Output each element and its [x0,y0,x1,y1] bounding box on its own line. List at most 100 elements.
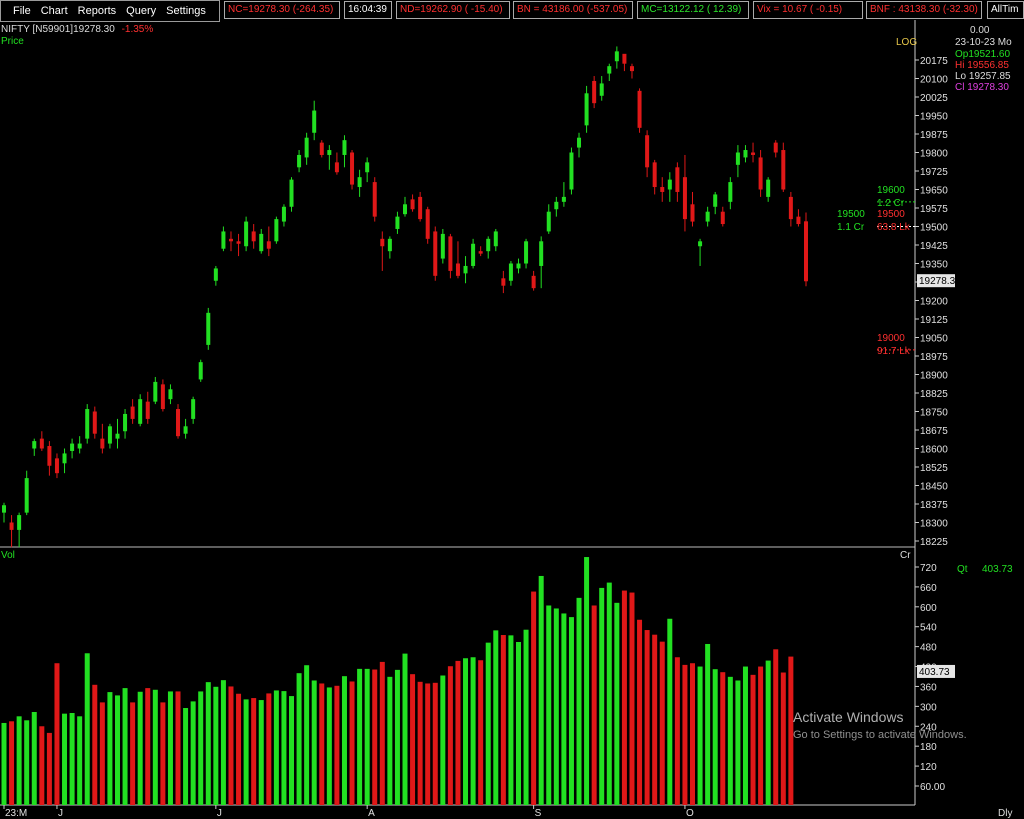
volume-bar [107,692,113,805]
price-tick-label: 19425 [920,241,948,252]
volume-bar [568,617,574,805]
candle-body [433,231,438,276]
volume-bar [553,608,559,805]
candle-body [100,438,105,449]
volume-bar [236,693,242,805]
volume-bar [410,674,416,805]
volume-bar [31,712,37,805]
candle-body [766,179,771,197]
candle-body [796,216,801,225]
volume-bar [175,691,181,805]
candle-body [675,167,680,192]
volume-bar [470,657,476,805]
candle-body [773,142,778,153]
menu-chart[interactable]: Chart [41,5,68,17]
candle-body [85,409,90,439]
volume-panel-label: Vol [1,550,15,561]
volume-bar [440,675,446,805]
price-tick-label: 18750 [920,408,948,419]
time-tick-label: J [58,808,63,819]
candle-body [107,426,112,444]
volume-bar [727,676,733,805]
candle-body [508,263,513,281]
volume-bar [750,674,756,805]
candle-body [62,453,67,464]
volume-bar [54,663,60,805]
candle-body [471,243,476,266]
volume-bar [515,641,521,805]
volume-bar [39,726,45,805]
ohlc-close: Cl 19278.30 [955,82,1009,93]
candle-body [228,238,233,242]
volume-bar [114,695,120,805]
volume-bar [99,702,105,805]
volume-bar [251,698,257,805]
volume-bar [281,691,287,805]
ohlc-open: Op19521.60 [955,49,1011,60]
candle-body [751,152,756,155]
price-tick-label: 19500 [920,223,948,234]
volume-bar [266,693,272,805]
volume-bar [205,682,211,805]
level-19600-price: 19600 [877,185,905,196]
menu-reports[interactable]: Reports [78,5,117,17]
candle-body [266,241,271,249]
ticker-4[interactable]: MC=13122.12 ( 12.39) [637,1,749,19]
volume-bar [334,685,340,805]
current-price-label: 19278.3 [919,276,956,287]
volume-bar [644,630,650,805]
candle-body [380,238,385,247]
candle-body [607,66,612,74]
qty-value: 403.73 [982,564,1013,575]
candle-body [713,194,718,207]
level-19500-price-b: 19500 [877,209,905,220]
time-tick-label: A [368,808,375,819]
menu-query[interactable]: Query [126,5,156,17]
candle-body [244,221,249,247]
candle-body [781,150,786,190]
ticker-0[interactable]: NC=19278.30 (-264.35) [224,1,340,19]
volume-bar [341,676,347,805]
candle-body [448,236,453,271]
price-tick-label: 18600 [920,445,948,456]
candle-body [281,206,286,222]
candle-body [614,51,619,62]
volume-tick-label: 300 [920,702,937,713]
candle-body [682,177,687,220]
candle-body [334,162,339,173]
log-scale-label[interactable]: LOG [896,37,917,48]
menu-settings[interactable]: Settings [166,5,206,17]
volume-bar [258,700,264,805]
candle-body [531,275,536,289]
volume-bar [311,680,317,805]
volume-bar [705,643,711,805]
ticker-1[interactable]: 16:04:39 [344,1,392,19]
menu-bar: File Chart Reports Query Settings [0,0,220,22]
chart-canvas[interactable]: 20175 20100 20025 19950 19875 19800 19725 19650… [0,0,1024,819]
volume-bar [92,684,98,805]
candle-body [198,362,203,380]
candle-body [486,238,491,252]
volume-bar [372,669,378,805]
candle-body [191,399,196,419]
ticker-2[interactable]: ND=19262.90 ( -15.40) [396,1,510,19]
ticker-5[interactable]: Vix = 10.67 ( -0.15) [753,1,863,19]
candle-body [660,187,665,192]
symbol-change: -1.35% [121,24,154,35]
volume-bar [735,680,741,805]
volume-bar [531,591,537,805]
interval-label[interactable]: Dly [998,808,1012,819]
price-tick-label: 18525 [920,463,948,474]
ticker-7[interactable]: AllTim [987,1,1024,19]
volume-bar [402,653,408,805]
menu-file[interactable]: File [13,5,31,17]
level-19500-qty-b: 63.8 Lk [877,222,910,233]
volume-bar [652,634,658,805]
ticker-6[interactable]: BNF : 43138.30 (-32.30) [866,1,982,19]
volume-bar [523,629,529,805]
candle-body [735,152,740,165]
candle-body [395,216,400,229]
ticker-3[interactable]: BN = 43186.00 (-537.05) [513,1,633,19]
volume-bar [243,699,249,805]
candle-body [622,53,627,64]
